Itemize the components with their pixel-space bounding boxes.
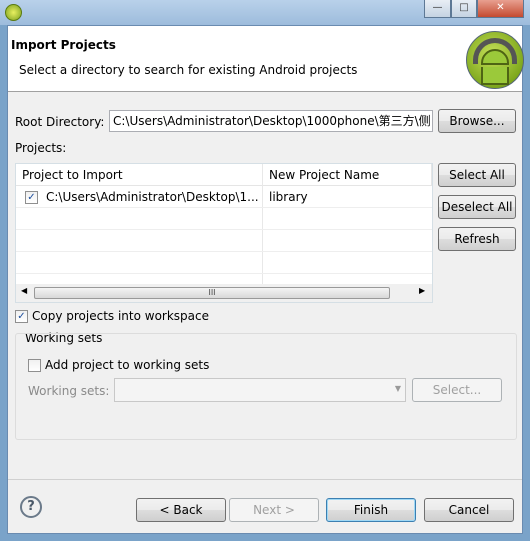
projects-label: Projects: — [15, 141, 67, 155]
project-path: C:\Users\Administrator\Desktop\1... — [46, 190, 259, 204]
refresh-button[interactable]: Refresh — [438, 227, 516, 251]
root-directory-label: Root Directory: — [15, 115, 105, 129]
table-row — [16, 208, 432, 230]
project-checkbox[interactable]: ✓ — [25, 191, 38, 204]
close-button[interactable]: ✕ — [477, 0, 524, 18]
maximize-button[interactable]: □ — [451, 0, 477, 18]
working-sets-combo-label: Working sets: — [28, 384, 110, 398]
scroll-thumb[interactable]: III — [34, 287, 390, 299]
copy-projects-label[interactable]: Copy projects into workspace — [32, 309, 209, 323]
android-logo-icon — [466, 31, 524, 89]
next-button[interactable]: Next > — [229, 498, 319, 522]
chevron-down-icon[interactable]: ▼ — [395, 384, 401, 393]
import-dialog: Import Projects Select a directory to se… — [7, 25, 524, 534]
select-all-button[interactable]: Select All — [438, 163, 516, 187]
dialog-header: Import Projects Select a directory to se… — [8, 26, 524, 92]
cancel-button[interactable]: Cancel — [424, 498, 514, 522]
column-header-project[interactable]: Project to Import — [16, 164, 263, 186]
scroll-right-icon[interactable]: ▶ — [419, 286, 425, 295]
column-header-name[interactable]: New Project Name — [263, 164, 432, 186]
projects-table: Project to Import New Project Name ✓ C:\… — [15, 163, 433, 303]
browse-button[interactable]: Browse... — [438, 109, 516, 133]
copy-projects-checkbox[interactable]: ✓ — [15, 310, 28, 323]
working-sets-select-button[interactable]: Select... — [412, 378, 502, 402]
help-icon[interactable]: ? — [20, 496, 42, 518]
horizontal-scrollbar[interactable]: ◀ III ▶ — [16, 284, 432, 302]
add-working-sets-checkbox[interactable] — [28, 359, 41, 372]
page-title: Import Projects — [11, 38, 116, 52]
root-directory-input[interactable]: C:\Users\Administrator\Desktop\1000phone… — [109, 110, 433, 132]
finish-button[interactable]: Finish — [326, 498, 416, 522]
deselect-all-button[interactable]: Deselect All — [438, 195, 516, 219]
table-row[interactable]: ✓ C:\Users\Administrator\Desktop\1... li… — [16, 186, 432, 208]
table-row — [16, 230, 432, 252]
page-subtitle: Select a directory to search for existin… — [19, 63, 358, 77]
working-sets-combo[interactable]: ▼ — [114, 378, 406, 402]
back-button[interactable]: < Back — [136, 498, 226, 522]
app-icon — [5, 4, 22, 21]
project-name[interactable]: library — [269, 186, 308, 208]
minimize-button[interactable]: — — [424, 0, 451, 18]
add-working-sets-label[interactable]: Add project to working sets — [45, 358, 209, 372]
title-bar: — □ ✕ — [0, 0, 530, 25]
table-row — [16, 252, 432, 274]
footer-divider — [8, 479, 522, 480]
scroll-left-icon[interactable]: ◀ — [21, 286, 27, 295]
